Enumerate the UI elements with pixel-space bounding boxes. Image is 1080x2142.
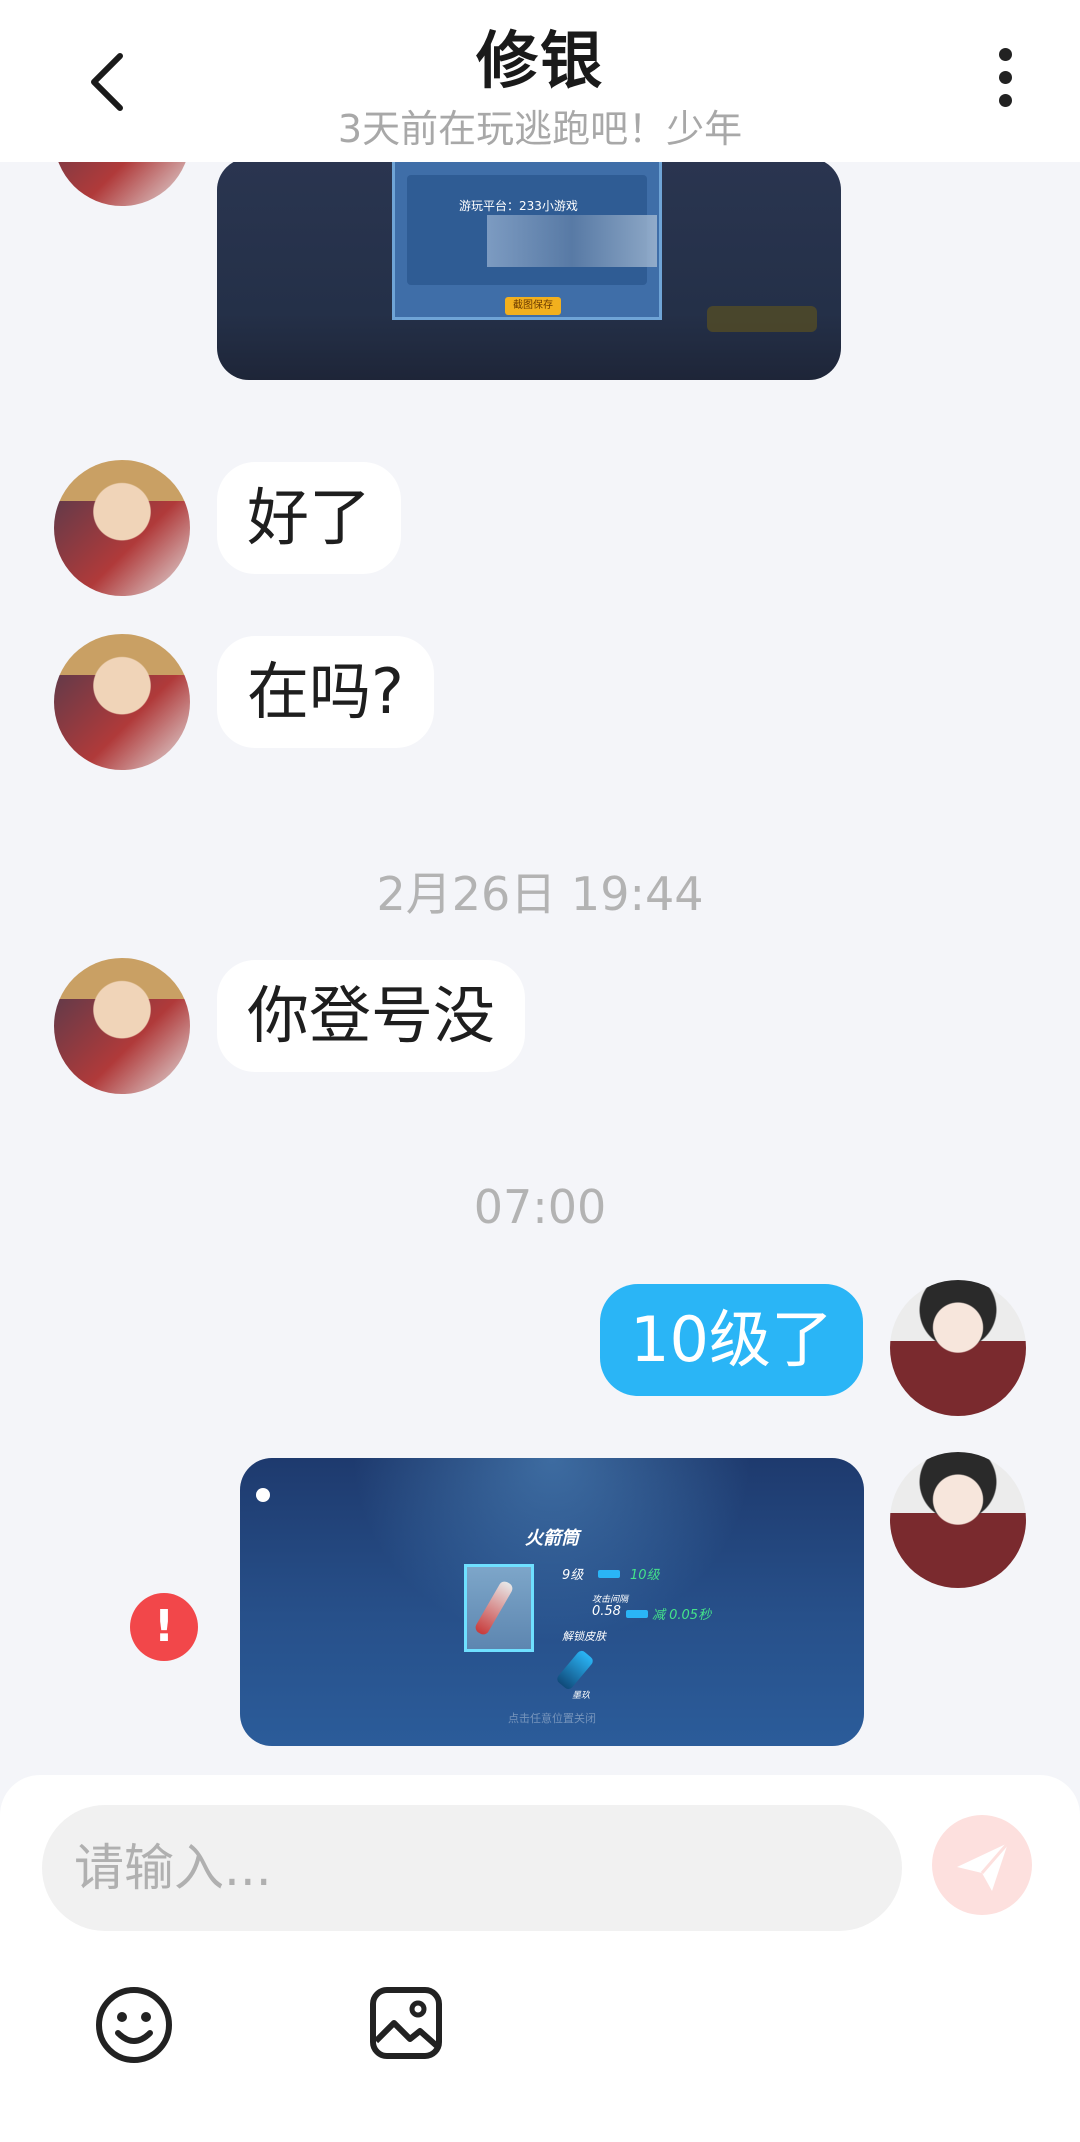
- contact-status: 3天前在玩逃跑吧！少年: [337, 107, 743, 151]
- emoji-button[interactable]: [94, 1985, 174, 2065]
- game-button: [707, 306, 817, 332]
- avatar-self[interactable]: [890, 1452, 1026, 1588]
- game-dialog-panel: 游玩平台：233小游戏 截图保存: [392, 162, 662, 320]
- indicator-dot: [256, 1488, 270, 1502]
- chat-header: 修银 3天前在玩逃跑吧！少年: [0, 0, 1080, 162]
- arrow-right-icon: [626, 1610, 648, 1618]
- level-from: 9级: [562, 1568, 584, 1583]
- avatar[interactable]: [54, 460, 190, 596]
- unlock-label: 解锁皮肤: [562, 1630, 606, 1643]
- more-button[interactable]: [985, 48, 1025, 118]
- more-vertical-icon: [985, 48, 1025, 107]
- panel-text: 游玩平台：233小游戏: [459, 199, 578, 213]
- item-title: 火箭筒: [525, 1528, 579, 1549]
- message-list[interactable]: 游玩平台：233小游戏 截图保存 好了 在吗? 2月26日 19:44 你登号没…: [0, 162, 1080, 1777]
- skin-icon: [555, 1648, 595, 1692]
- message-bubble[interactable]: 好了: [217, 462, 402, 574]
- error-icon[interactable]: !: [130, 1593, 198, 1661]
- image-button[interactable]: [368, 1985, 444, 2061]
- arrow-right-icon: [598, 1570, 620, 1578]
- message-bubble-self[interactable]: 10级了: [600, 1284, 863, 1396]
- stat-value: 0.58: [592, 1604, 621, 1619]
- avatar[interactable]: [54, 634, 190, 770]
- skin-label: 墨玖: [572, 1691, 591, 1701]
- item-card: [464, 1564, 534, 1652]
- message-bubble[interactable]: 在吗?: [217, 636, 434, 748]
- rocket-icon: [473, 1579, 515, 1637]
- image-caption: 点击任意位置关闭: [508, 1712, 596, 1725]
- stat-change: 减 0.05秒: [652, 1608, 712, 1623]
- image-icon: [370, 1987, 442, 2059]
- level-to: 10级: [630, 1568, 660, 1583]
- paper-plane-icon: [957, 1842, 1010, 1891]
- avatar[interactable]: [54, 958, 190, 1094]
- avatar-self[interactable]: [890, 1280, 1026, 1416]
- smiley-icon: [96, 1987, 172, 2063]
- save-screenshot-label: 截图保存: [505, 297, 561, 315]
- message-bubble[interactable]: 你登号没: [217, 960, 526, 1072]
- send-button[interactable]: [932, 1815, 1032, 1915]
- timestamp: 07:00: [473, 1180, 607, 1234]
- blurred-region: [487, 215, 657, 267]
- image-message-self[interactable]: 火箭筒 9级 10级 攻击间隔 0.58 减 0.05秒 解锁皮肤 墨玖 点击任…: [240, 1458, 864, 1746]
- image-message[interactable]: 游玩平台：233小游戏 截图保存: [217, 162, 841, 380]
- composer: [0, 1775, 1080, 2142]
- contact-name: 修银: [475, 24, 604, 97]
- avatar[interactable]: [54, 162, 190, 206]
- message-input[interactable]: [42, 1805, 902, 1931]
- timestamp: 2月26日 19:44: [376, 867, 704, 921]
